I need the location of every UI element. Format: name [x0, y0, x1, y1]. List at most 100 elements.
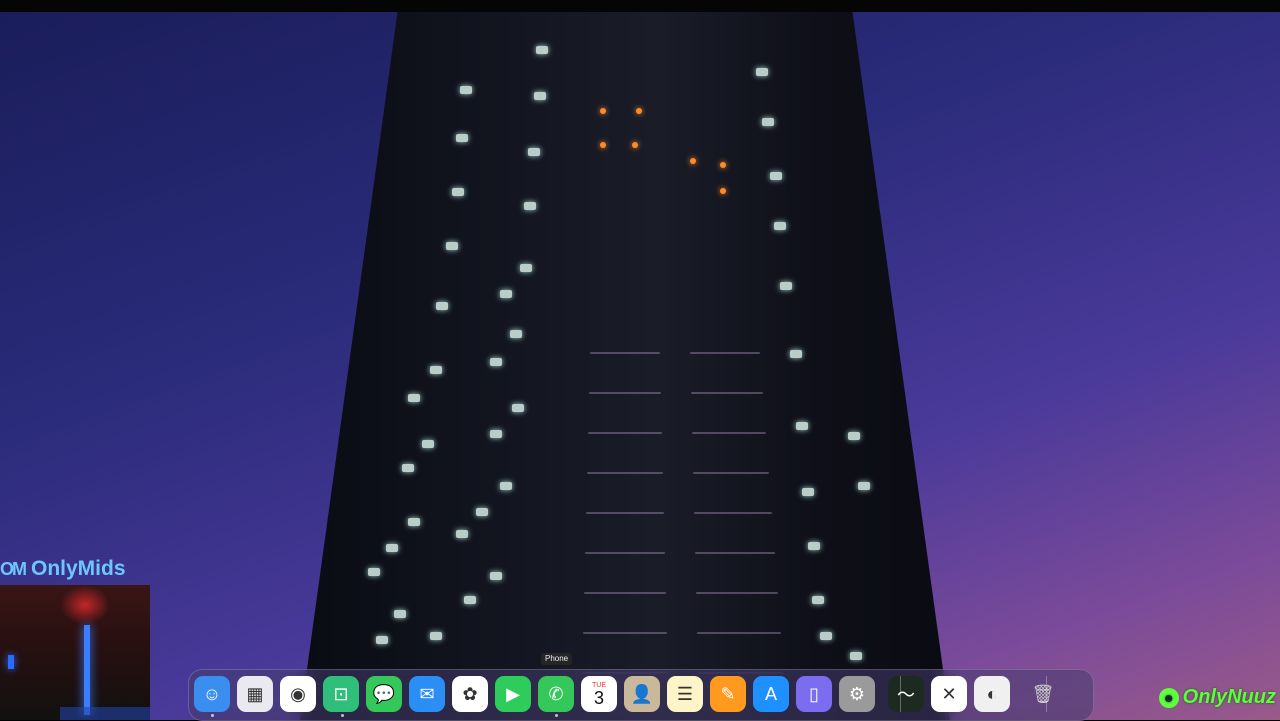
building-window-light [774, 222, 786, 230]
building-window-light [802, 488, 814, 496]
building-orange-light [720, 188, 726, 194]
dock-phone-icon[interactable]: ✆ [538, 676, 574, 712]
building-ledge [695, 552, 775, 554]
dock-chrome-icon[interactable]: ◉ [280, 676, 316, 712]
dock-tooltip: Phone [541, 653, 573, 665]
building-orange-light [632, 142, 638, 148]
desktop-wallpaper [0, 12, 1280, 720]
dock-messages-icon[interactable]: 💬 [366, 676, 402, 712]
building-ledge [585, 552, 665, 554]
building-window-light [820, 632, 832, 640]
building-ledge [693, 472, 769, 474]
building-window-light [790, 350, 802, 358]
building-ledge [691, 392, 763, 394]
building-window-light [770, 172, 782, 180]
building-ledge [694, 512, 772, 514]
webcam-brand-text: OnlyMids [31, 557, 126, 580]
building-window-light [408, 394, 420, 402]
building-window-light [456, 530, 468, 538]
building-window-light [500, 482, 512, 490]
dock-appstore-icon[interactable]: A [753, 676, 789, 712]
dock-remote-icon[interactable]: ⊡ [323, 676, 359, 712]
building-window-light [524, 202, 536, 210]
building-ledge [590, 352, 660, 354]
dock-separator [900, 676, 901, 712]
dock-facetime-icon[interactable]: ▶ [495, 676, 531, 712]
building-window-light [422, 440, 434, 448]
calendar-day: 3 [593, 687, 604, 708]
building-orange-light [600, 108, 606, 114]
building-window-light [464, 596, 476, 604]
dock-running-indicator [555, 714, 558, 717]
building-window-light [436, 302, 448, 310]
building-window-light [512, 404, 524, 412]
building-orange-light [690, 158, 696, 164]
building-window-light [386, 544, 398, 552]
building-ledge [696, 592, 778, 594]
dock-notes-icon[interactable]: ☰ [667, 676, 703, 712]
building-orange-light [600, 142, 606, 148]
dock-photos-icon[interactable]: ✿ [452, 676, 488, 712]
building-window-light [858, 482, 870, 490]
dock-utility-icon[interactable]: ◐ [974, 676, 1010, 712]
building-window-light [796, 422, 808, 430]
building-window-light [510, 330, 522, 338]
dock-settings-icon[interactable]: ⚙ [839, 676, 875, 712]
dock-mail-icon[interactable]: ✉ [409, 676, 445, 712]
building-window-light [490, 572, 502, 580]
building-window-light [500, 290, 512, 298]
building-window-light [762, 118, 774, 126]
watermark-text: OnlyNuuz [1182, 686, 1276, 708]
building-ledge [692, 432, 766, 434]
building-window-light [456, 134, 468, 142]
building-window-light [376, 636, 388, 644]
building-ledge [586, 512, 664, 514]
webcam-blue-light-right [84, 625, 90, 715]
building-window-light [402, 464, 414, 472]
building-window-light [490, 430, 502, 438]
dock-contacts-icon[interactable]: 👤 [624, 676, 660, 712]
dock-iphone-mirroring-icon[interactable]: ▯ [796, 676, 832, 712]
webcam-red-light [60, 585, 110, 625]
building-window-light [536, 46, 548, 54]
building-window-light [476, 508, 488, 516]
webcam-logo-icon: OM [0, 558, 27, 579]
building-ledge [584, 592, 666, 594]
building-window-light [368, 568, 380, 576]
dock-pages-icon[interactable]: ✎ [710, 676, 746, 712]
dock-trash-icon[interactable]: 🗑 [1025, 676, 1061, 712]
building-ledge [589, 392, 661, 394]
dock-activity-monitor-icon[interactable]: 〜 [888, 676, 924, 712]
building-window-light [812, 596, 824, 604]
building-window-light [446, 242, 458, 250]
watermark: ☻ OnlyNuuz [1158, 686, 1276, 709]
building-window-light [430, 366, 442, 374]
building-ledge [690, 352, 760, 354]
webcam-blue-light-left [8, 655, 14, 669]
building-window-light [520, 264, 532, 272]
building-orange-light [636, 108, 642, 114]
building-window-light [528, 148, 540, 156]
building-window-light [780, 282, 792, 290]
dock-launchpad-icon[interactable]: ▦ [237, 676, 273, 712]
dock-finder-icon[interactable]: ☺ [194, 676, 230, 712]
dock-calendar-icon[interactable]: TUE 3 [581, 676, 617, 712]
building-window-light [756, 68, 768, 76]
building-ledge [583, 632, 667, 634]
building-window-light [490, 358, 502, 366]
building-window-light [850, 652, 862, 660]
building-window-light [534, 92, 546, 100]
top-bar [0, 0, 1280, 12]
webcam-brand: OM OnlyMids [0, 555, 126, 583]
building-ledge [587, 472, 663, 474]
building-window-light [452, 188, 464, 196]
building-window-light [430, 632, 442, 640]
building-window-light [408, 518, 420, 526]
dock-running-indicator [211, 714, 214, 717]
webcam-floor-glow [60, 707, 150, 720]
dock-capcut-icon[interactable]: ✕ [931, 676, 967, 712]
dock-running-indicator [341, 714, 344, 717]
building-window-light [808, 542, 820, 550]
building-orange-light [720, 162, 726, 168]
webcam-feed [0, 585, 150, 720]
